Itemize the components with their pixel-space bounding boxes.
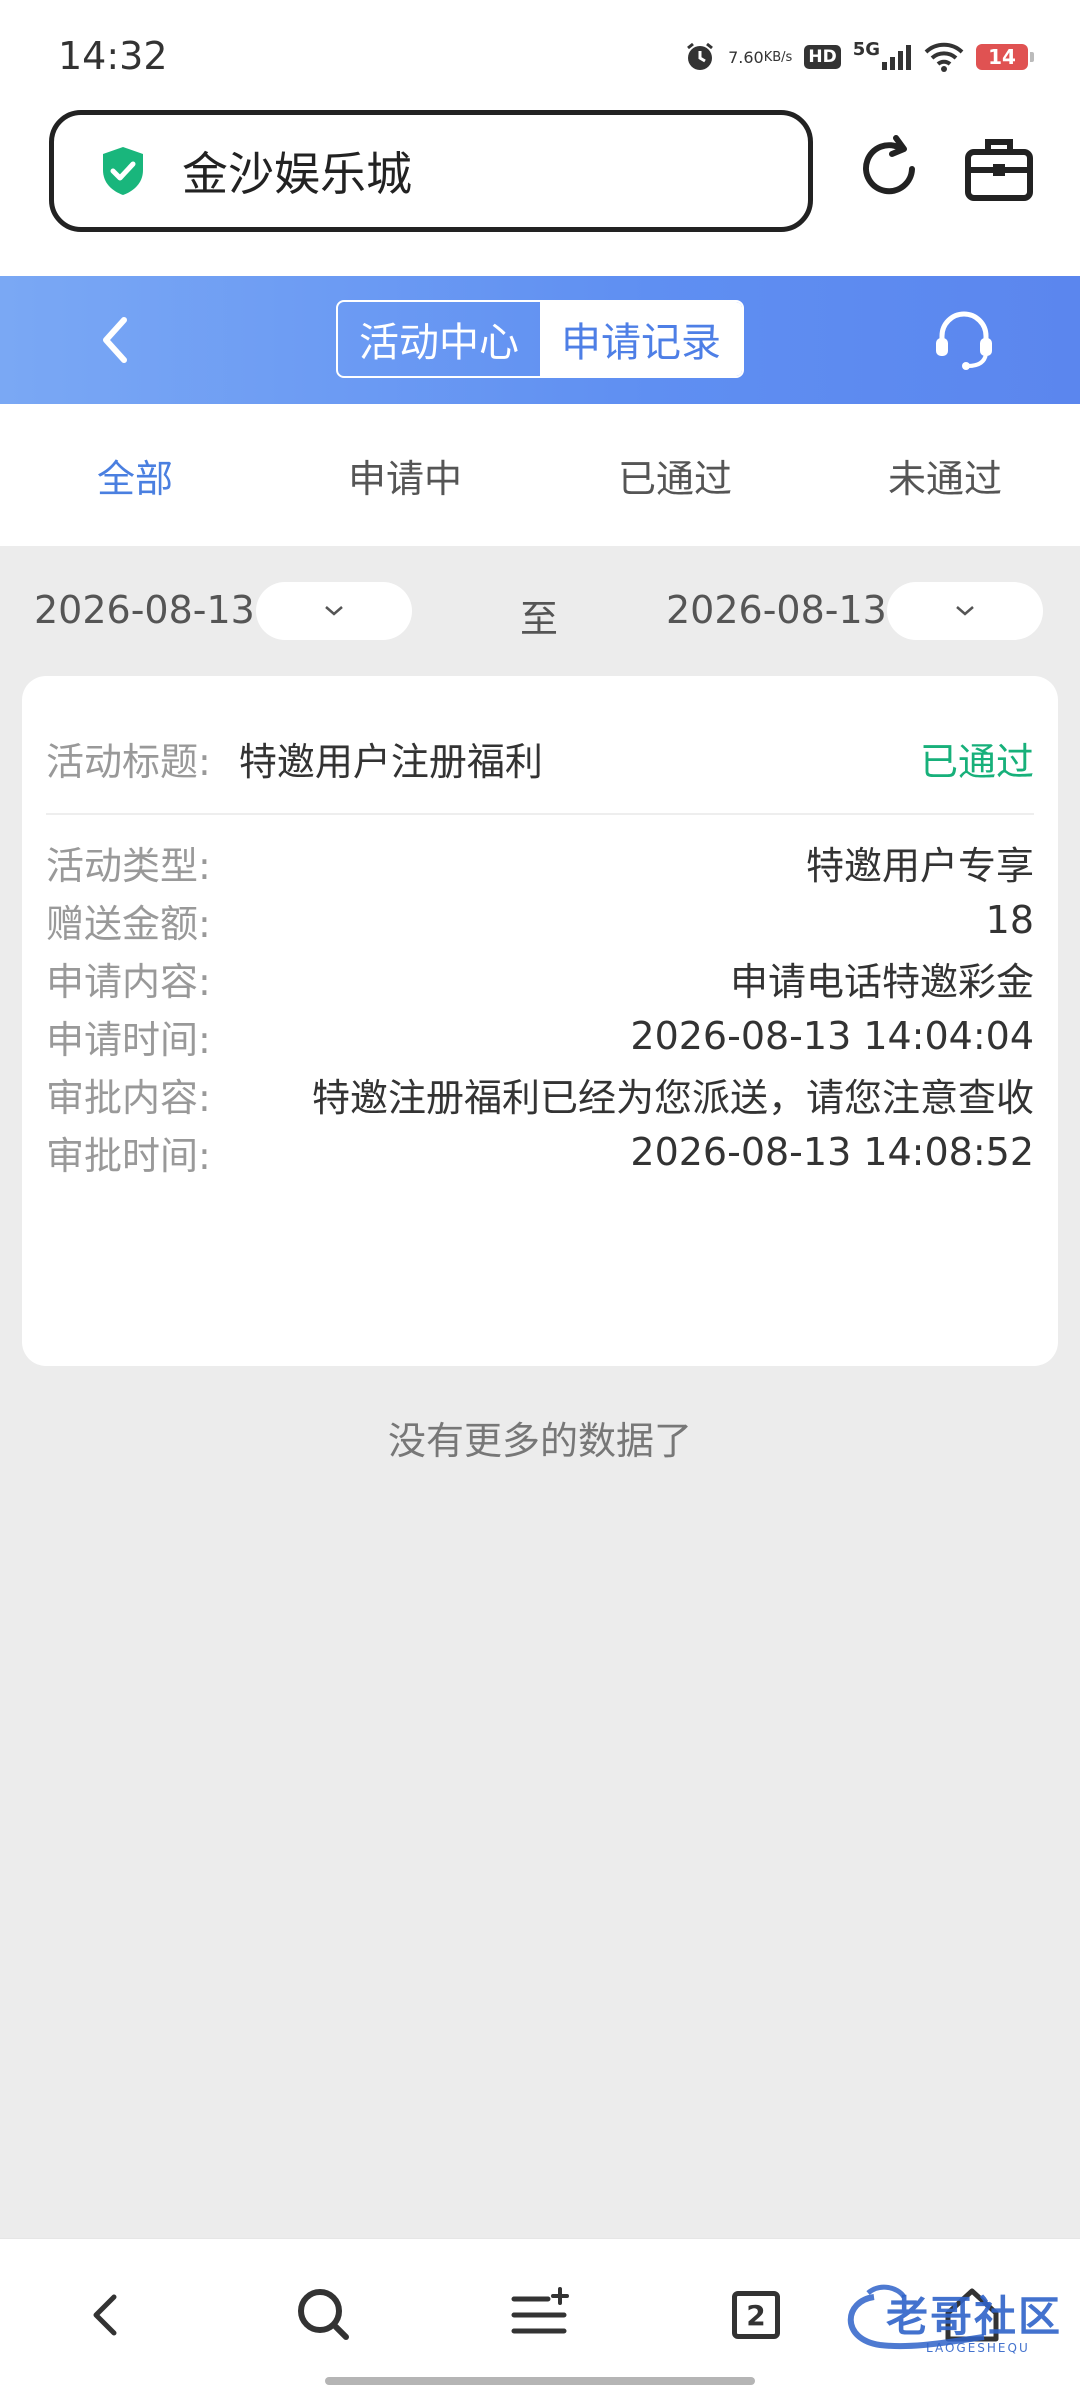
row-label: 申请时间:	[46, 1017, 211, 1062]
end-date-picker[interactable]	[887, 582, 1043, 640]
record-row-amount: 赠送金额: 18	[46, 890, 1034, 950]
row-label: 审批内容:	[46, 1075, 211, 1120]
status-badge: 已通过	[919, 739, 1034, 784]
network-label: 5G	[852, 38, 880, 60]
row-value: 2026-08-13 14:08:52	[630, 1130, 1034, 1174]
record-row-apply-time: 申请时间: 2026-08-13 14:04:04	[46, 1006, 1034, 1066]
net-speed-unit: KB/s	[763, 49, 793, 65]
row-value: 特邀注册福利已经为您派送，请您注意查收	[311, 1075, 1034, 1120]
alarm-icon	[684, 41, 716, 73]
tabs-button[interactable]: 2	[724, 2283, 788, 2347]
watermark-subtext: LAOGESHEQU	[926, 2341, 1030, 2355]
date-filter: 2026-08-13 至 2026-08-13	[0, 546, 1080, 676]
back-icon[interactable]	[74, 2283, 138, 2347]
address-title: 金沙娱乐城	[182, 147, 412, 201]
row-value: 18	[985, 898, 1034, 942]
start-date-picker[interactable]	[256, 582, 412, 640]
chevron-down-icon	[956, 606, 974, 616]
net-speed: 7.60 KB/s	[728, 49, 792, 66]
menu-icon[interactable]	[508, 2283, 572, 2347]
row-value: 申请电话特邀彩金	[729, 959, 1034, 1004]
record-row-content: 申请内容: 申请电话特邀彩金	[46, 948, 1034, 1008]
signal-icon: 5G	[853, 39, 912, 70]
wifi-icon	[924, 41, 964, 73]
bottom-nav: 2 老哥社区 LAOGESHEQU	[0, 2238, 1080, 2389]
chevron-down-icon	[325, 606, 343, 616]
segment-control: 活动中心 申请记录	[336, 300, 744, 378]
row-value: 特邀用户专享	[805, 843, 1034, 888]
battery-icon: 14	[976, 44, 1034, 70]
no-more-data: 没有更多的数据了	[387, 1419, 692, 1463]
row-label: 赠送金额:	[46, 901, 211, 946]
toolbox-icon[interactable]	[962, 132, 1036, 206]
tab-count: 2	[732, 2291, 780, 2339]
status-time: 14:32	[58, 34, 168, 78]
record-row-review-time: 审批时间: 2026-08-13 14:08:52	[46, 1122, 1034, 1182]
segment-activity-center[interactable]: 活动中心	[338, 302, 540, 376]
address-bar[interactable]: 金沙娱乐城	[49, 110, 813, 232]
watermark-text: 老哥社区	[886, 2292, 1063, 2341]
row-value: 2026-08-13 14:04:04	[630, 1014, 1034, 1058]
row-label: 活动类型:	[46, 843, 211, 888]
gesture-bar	[325, 2377, 755, 2385]
page-header: 活动中心 申请记录	[0, 276, 1080, 404]
end-date: 2026-08-13	[666, 588, 887, 632]
status-tabs: 全部 申请中 已通过 未通过	[0, 404, 1080, 546]
divider	[46, 813, 1034, 815]
record-title-row: 活动标题: 特邀用户注册福利 已通过	[46, 728, 1034, 788]
watermark-logo: 老哥社区 LAOGESHEQU	[834, 2279, 1074, 2359]
tab-rejected[interactable]: 未通过	[810, 404, 1080, 546]
tab-approved[interactable]: 已通过	[540, 404, 810, 546]
start-date: 2026-08-13	[34, 588, 255, 632]
record-title-label: 活动标题:	[46, 739, 211, 784]
record-title-value: 特邀用户注册福利	[238, 739, 543, 784]
row-label: 审批时间:	[46, 1133, 211, 1178]
segment-application-records[interactable]: 申请记录	[540, 302, 742, 376]
record-row-type: 活动类型: 特邀用户专享	[46, 832, 1034, 892]
shield-check-icon	[103, 147, 143, 195]
tab-all[interactable]: 全部	[0, 404, 270, 546]
search-icon[interactable]	[292, 2283, 356, 2347]
back-arrow-icon[interactable]	[88, 308, 144, 372]
browser-toolbar: 金沙娱乐城	[0, 100, 1080, 276]
status-icons: 7.60 KB/s HD 5G 14	[684, 34, 1034, 80]
reload-icon[interactable]	[852, 132, 926, 206]
record-card: 活动标题: 特邀用户注册福利 已通过 活动类型: 特邀用户专享 赠送金额: 18…	[22, 676, 1058, 1366]
record-row-review-content: 审批内容: 特邀注册福利已经为您派送，请您注意查收	[46, 1064, 1034, 1124]
net-speed-value: 7.60	[728, 47, 764, 67]
date-separator: 至	[520, 597, 559, 641]
headset-icon[interactable]	[930, 306, 998, 374]
row-label: 申请内容:	[46, 959, 211, 1004]
tab-pending[interactable]: 申请中	[270, 404, 540, 546]
hd-badge: HD	[804, 45, 841, 69]
status-bar: 14:32 7.60 KB/s HD 5G 14	[0, 0, 1080, 100]
